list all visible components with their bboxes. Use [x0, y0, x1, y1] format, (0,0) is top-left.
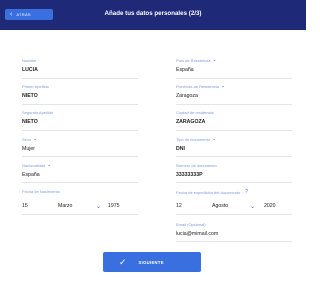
nombre-underline	[22, 78, 138, 79]
pais-label: País de Residencia	[176, 58, 211, 63]
provincia-label-row: Provincia de Residencia ⌄	[176, 83, 292, 90]
sexo-label-row: Sexo ⌄	[22, 136, 138, 143]
segundo-apellido-value: NIETO	[22, 119, 38, 125]
next-button[interactable]: ✓ SIGUIENTE	[103, 252, 201, 272]
numero-documento-field[interactable]: Número de documento 33333333P	[176, 163, 292, 183]
birth-month-select[interactable]: Marzo	[58, 203, 96, 210]
header-bar: ‹ ATRÁS Añade tus datos personales (2/3)	[0, 0, 306, 30]
tipo-documento-select[interactable]: Tipo de documento ⌄ DNI	[176, 136, 292, 157]
email-label: Email (Opcional)	[176, 222, 206, 227]
sexo-select[interactable]: Sexo ⌄ Mujer	[22, 136, 138, 157]
fecha-expedicion-inputs: 12 Agosto ⌄ 2020	[176, 203, 276, 210]
primer-apellido-field[interactable]: Primer Apellido NIETO	[22, 84, 138, 105]
nacionalidad-select[interactable]: Nacionalidad ⌄ España	[22, 162, 138, 183]
ciudad-label: Ciudad de residencia	[176, 110, 214, 115]
nombre-value: LUCIA	[22, 67, 38, 73]
issue-month-select[interactable]: Agosto	[212, 203, 250, 210]
nacionalidad-label: Nacionalidad	[22, 163, 46, 168]
provincia-select[interactable]: Provincia de Residencia ⌄ Zaragoza	[176, 83, 292, 105]
birth-day-input[interactable]: 15	[22, 203, 58, 210]
tipo-documento-label: Tipo de documento	[176, 137, 211, 142]
tipo-documento-underline	[176, 156, 292, 157]
chevron-down-icon[interactable]: ⌄	[96, 203, 108, 210]
page-title: Añade tus datos personales (2/3)	[104, 10, 202, 17]
chevron-down-icon[interactable]: ⌄	[250, 203, 264, 210]
segundo-apellido-field[interactable]: Segundo Apellido NIETO	[22, 110, 138, 131]
fecha-expedicion-underline	[176, 214, 292, 215]
numero-documento-label: Número de documento	[176, 163, 217, 168]
fecha-expedicion-label: Fecha de expedición del documento	[176, 189, 241, 195]
check-icon: ✓	[119, 256, 127, 267]
nacionalidad-value: España	[22, 172, 40, 178]
fecha-nacimiento-field: Fecha de Nacimiento	[22, 189, 138, 194]
fecha-nacimiento-label: Fecha de Nacimiento	[22, 189, 60, 194]
birth-year-input[interactable]: 1975	[108, 203, 120, 210]
numero-documento-value: 33333333P	[176, 172, 203, 178]
ciudad-value: ZARAGOZA	[176, 119, 206, 125]
tipo-documento-value: DNI	[176, 146, 185, 152]
segundo-apellido-label: Segundo Apellido	[22, 110, 54, 115]
chevron-down-icon: ⌄	[47, 162, 52, 168]
ciudad-field[interactable]: Ciudad de residencia ZARAGOZA	[176, 110, 292, 131]
provincia-label: Provincia de Residencia	[176, 84, 219, 89]
issue-year-input[interactable]: 2020	[264, 203, 276, 210]
nombre-field[interactable]: Nombre LUCIA	[22, 58, 138, 79]
next-button-label: SIGUIENTE	[138, 259, 164, 265]
provincia-underline	[176, 104, 292, 105]
chevron-down-icon: ⌄	[212, 57, 217, 63]
tipo-documento-label-row: Tipo de documento ⌄	[176, 136, 292, 143]
ciudad-underline	[176, 130, 292, 131]
chevron-down-icon: ⌄	[212, 136, 217, 142]
issue-day-input[interactable]: 12	[176, 203, 212, 210]
email-underline	[176, 241, 292, 242]
sexo-underline	[22, 156, 138, 157]
chevron-down-icon: ⌄	[220, 83, 226, 89]
provincia-value: Zaragoza	[176, 93, 198, 99]
fecha-nacimiento-inputs: 15 Marzo ⌄ 1975	[22, 203, 120, 210]
help-icon[interactable]: ?	[245, 189, 248, 195]
pais-underline	[176, 78, 292, 79]
nombre-label: Nombre	[22, 58, 37, 63]
fecha-expedicion-label-row: Fecha de expedición del documento ?	[176, 189, 298, 195]
primer-apellido-underline	[22, 104, 138, 105]
nacionalidad-underline	[22, 182, 138, 183]
sexo-label: Sexo	[22, 137, 32, 142]
pais-select[interactable]: País de Residencia ⌄ España	[176, 57, 292, 79]
email-field[interactable]: Email (Opcional) lucia@mimail.com	[176, 222, 292, 242]
primer-apellido-label: Primer Apellido	[22, 84, 49, 89]
pais-value: España	[176, 67, 194, 73]
fecha-nacimiento-underline	[22, 214, 138, 215]
sexo-value: Mujer	[22, 146, 35, 152]
segundo-apellido-underline	[22, 130, 138, 131]
nacionalidad-label-row: Nacionalidad ⌄	[22, 162, 138, 169]
chevron-down-icon: ⌄	[33, 136, 38, 142]
pais-label-row: País de Residencia ⌄	[176, 57, 292, 64]
email-value: lucia@mimail.com	[176, 231, 219, 237]
primer-apellido-value: NIETO	[22, 93, 38, 99]
fecha-expedicion-field: Fecha de expedición del documento ?	[176, 189, 298, 195]
numero-documento-underline	[176, 182, 292, 183]
